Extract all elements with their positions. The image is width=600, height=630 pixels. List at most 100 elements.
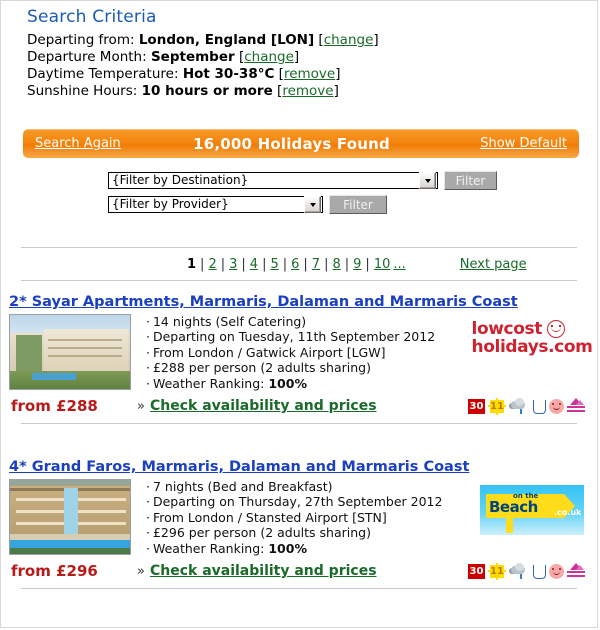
pagination-next-page[interactable]: Next page <box>460 257 527 272</box>
weather-icon-group: 30 11 <box>468 397 597 415</box>
pagination-separator: | <box>200 256 205 272</box>
weather-ranking-value: 100% <box>268 540 307 556</box>
listing-details: · 7 nights (Bed and Breakfast) · Departing… <box>131 479 467 556</box>
provider-logo-line2: holidays.com <box>471 337 593 357</box>
rain-cloud-icon <box>509 397 528 415</box>
listing-thumbnail[interactable] <box>9 479 131 555</box>
criteria-value: London, England [LON] <box>138 32 315 48</box>
criteria-action-remove-temperature[interactable]: remove <box>284 66 335 82</box>
detail-line: · Departing on Thursday, 27th September 2… <box>146 494 443 510</box>
check-availability-link[interactable]: Check availability and prices <box>150 563 468 579</box>
listing-price: from £288 <box>11 397 98 416</box>
filter-provider-select[interactable]: {Filter by Provider} <box>108 196 323 213</box>
criteria-action-change-origin[interactable]: change <box>324 32 374 48</box>
sunshine-hours-icon: 11 <box>488 397 506 415</box>
detail-line: · From London / Gatwick Airport [LGW] <box>146 344 386 360</box>
listing-item: 2* Sayar Apartments, Marmaris, Dalaman a… <box>1 294 597 425</box>
sunshine-hours-icon: 11 <box>488 562 506 580</box>
pagination-separator: | <box>344 256 350 272</box>
pagination-page-5[interactable]: 5 <box>270 257 278 272</box>
criteria-row-departing-from: Departing from: London, England [LON] [c… <box>27 32 379 48</box>
sea-wave-icon <box>567 563 585 579</box>
results-summary-bar: Search Again 16,000 Holidays Found Show … <box>23 129 579 158</box>
sunshine-hours-value: 11 <box>490 400 504 412</box>
divider <box>21 280 577 281</box>
filter-destination-select[interactable]: {Filter by Destination} <box>108 172 438 189</box>
criteria-value: 10 hours or more <box>141 83 273 99</box>
detail-line: · 14 nights (Self Catering) <box>146 314 307 329</box>
water-glass-icon <box>531 398 546 415</box>
criteria-row-sunshine-hours: Sunshine Hours: 10 hours or more [remove… <box>27 83 339 99</box>
weather-ranking-value: 100% <box>268 375 307 391</box>
pagination-page-2[interactable]: 2 <box>208 257 216 272</box>
comfort-face-icon <box>549 563 564 579</box>
sunshine-hours-value: 11 <box>490 565 504 577</box>
provider-logo-tld-text: .co.uk <box>554 508 582 517</box>
pagination-page-8[interactable]: 8 <box>332 257 340 272</box>
pagination-page-3[interactable]: 3 <box>229 257 237 272</box>
divider <box>21 588 577 590</box>
show-default-link[interactable]: Show Default <box>480 136 579 151</box>
criteria-value: Hot 30-38°C <box>182 66 275 82</box>
rain-cloud-icon <box>509 562 528 580</box>
criteria-action-remove-sunshine[interactable]: remove <box>282 83 333 99</box>
detail-line: · From London / Stansted Airport [STN] <box>146 509 387 525</box>
listing-price-row: from £288 » Check availability and price… <box>1 397 597 415</box>
chevron-down-icon[interactable] <box>304 196 321 213</box>
pagination-separator: | <box>324 256 329 272</box>
pagination-page-9[interactable]: 9 <box>353 257 361 272</box>
provider-logo-main-text: Beach <box>489 498 538 516</box>
listing-title-link[interactable]: 4* Grand Faros, Marmaris, Dalaman and Ma… <box>1 459 597 475</box>
pagination-separator: | <box>262 256 267 272</box>
chevron-down-icon[interactable] <box>419 172 436 189</box>
criteria-action-change-month[interactable]: change <box>244 49 294 65</box>
provider-logo-on-the-beach[interactable]: on the Beach .co.uk <box>467 479 597 556</box>
temperature-icon: 30 <box>468 398 485 414</box>
detail-line: · Departing on Tuesday, 11th September 20… <box>146 329 436 345</box>
listing-title-link[interactable]: 2* Sayar Apartments, Marmaris, Dalaman a… <box>1 294 597 310</box>
pagination-page-6[interactable]: 6 <box>291 257 299 272</box>
pagination-page-10[interactable]: 10 <box>374 257 391 272</box>
filter-provider-value: {Filter by Provider} <box>112 197 229 211</box>
pagination-separator: | <box>365 256 370 272</box>
divider <box>21 423 577 425</box>
detail-line: · 7 nights (Bed and Breakfast) <box>146 479 333 494</box>
sea-wave-icon <box>567 398 585 414</box>
listing-price: from £296 <box>11 562 98 581</box>
comfort-face-icon <box>549 398 564 414</box>
chevron-right-icon: » <box>137 563 145 579</box>
criteria-row-daytime-temperature: Daytime Temperature: Hot 30-38°C [remove… <box>27 66 341 82</box>
temperature-icon: 30 <box>468 563 485 579</box>
filter-controls: {Filter by Destination} Filter {Filter b… <box>1 171 597 219</box>
smiley-face-icon <box>546 320 565 338</box>
pagination-current-page: 1 <box>187 256 197 272</box>
check-availability-link[interactable]: Check availability and prices <box>150 398 468 414</box>
listing-price-row: from £296 » Check availability and price… <box>1 562 597 580</box>
provider-logo-line1: lowcost <box>471 319 543 339</box>
pagination-more[interactable]: ... <box>393 257 405 272</box>
detail-line-weather-ranking: · Weather Ranking: 100% <box>146 540 307 556</box>
results-page: Search Criteria Departing from: London, … <box>0 0 598 628</box>
filter-destination-value: {Filter by Destination} <box>112 173 249 187</box>
criteria-label: Departure Month: <box>27 49 147 65</box>
results-count: 16,000 Holidays Found <box>193 134 390 153</box>
detail-line: · £288 per person (2 adults sharing) <box>146 360 371 376</box>
listing-thumbnail[interactable] <box>9 314 131 390</box>
filter-destination-button[interactable]: Filter <box>444 171 497 190</box>
pagination: 1 | 2 | 3 | 4 | 5 | 6 | 7 | 8 | 9 | 10 .… <box>1 247 597 281</box>
filter-provider-button[interactable]: Filter <box>329 195 387 214</box>
filter-row-provider: {Filter by Provider} Filter <box>1 195 597 214</box>
pagination-page-7[interactable]: 7 <box>312 257 320 272</box>
detail-line-weather-ranking: · Weather Ranking: 100% <box>146 375 307 391</box>
pagination-page-4[interactable]: 4 <box>250 257 258 272</box>
page-title: Search Criteria <box>27 7 157 27</box>
pagination-separator: | <box>303 256 308 272</box>
pagination-separator: | <box>282 256 288 272</box>
criteria-label: Departing from: <box>27 32 135 48</box>
chevron-right-icon: » <box>137 398 145 414</box>
listing-details: · 14 nights (Self Catering) · Departing on… <box>131 314 467 391</box>
water-glass-icon <box>531 563 546 580</box>
detail-line: · £296 per person (2 adults sharing) <box>146 525 371 541</box>
provider-logo-lowcostholidays[interactable]: lowcost holidays.com <box>467 314 597 391</box>
criteria-label: Daytime Temperature: <box>27 66 179 82</box>
